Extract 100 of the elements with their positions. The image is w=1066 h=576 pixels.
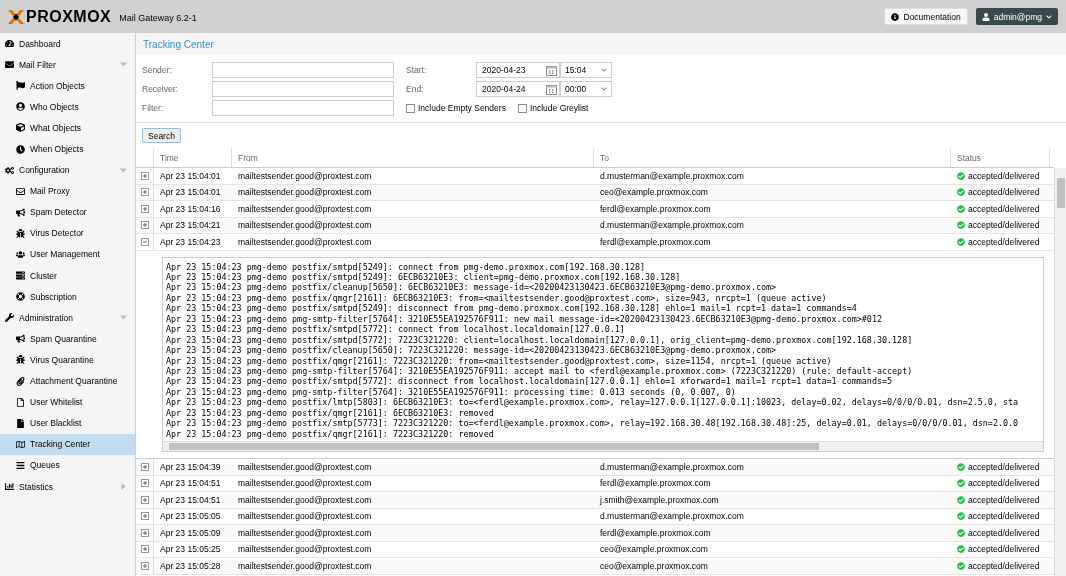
scrollbar-thumb[interactable]	[169, 443, 819, 451]
sidebar-item[interactable]: Virus Detector	[0, 222, 135, 244]
user-icon	[16, 102, 25, 112]
envelope-icon	[16, 186, 25, 196]
table-row[interactable]: Apr 23 15:04:23 mailtestsender.good@proxtest.com ferdl@example.proxmox.com accepted/delivered	[136, 234, 1054, 251]
search-button[interactable]: Search	[142, 128, 181, 143]
sidebar-item[interactable]: When Objects	[0, 138, 135, 160]
calendar-icon[interactable]	[546, 83, 557, 95]
users-icon	[16, 250, 25, 259]
checkbox-label: Include Empty Senders	[418, 103, 506, 113]
date-field[interactable]: 2020-04-23	[476, 62, 560, 78]
product-name: Mail Gateway 6.2-1	[119, 13, 197, 23]
table-cell-text: ceo@example.proxmox.com	[599, 559, 709, 573]
sidebar-item[interactable]: Configuration	[0, 159, 135, 181]
sidebar-item[interactable]: Mail Proxy	[0, 180, 135, 202]
sidebar-item[interactable]: Spam Quarantine	[0, 328, 135, 350]
sidebar-item[interactable]: Action Objects	[0, 75, 135, 97]
sidebar-item[interactable]: Tracking Center	[0, 433, 135, 455]
expand-icon[interactable]	[140, 188, 149, 197]
table-row[interactable]: Apr 23 15:04:51 mailtestsender.good@proxtest.com j.smith@example.proxmox.com accepted/delivered	[136, 492, 1054, 509]
check-icon	[957, 221, 965, 230]
sidebar-item[interactable]: Mail Filter	[0, 54, 135, 76]
column-header[interactable]: Status	[951, 148, 1050, 167]
status-text: accepted/delivered	[968, 203, 1040, 214]
check-icon	[957, 561, 965, 570]
map-icon	[16, 439, 25, 449]
column-header[interactable]: From	[232, 148, 594, 167]
calendar-icon[interactable]	[546, 64, 557, 76]
status-text: accepted/delivered	[968, 187, 1040, 198]
info-icon	[890, 12, 899, 21]
sidebar-item[interactable]: User Blacklist	[0, 412, 135, 434]
table-cell-text: mailtestsender.good@proxtest.com	[237, 202, 373, 216]
check-icon	[957, 188, 965, 197]
table-row[interactable]: Apr 23 15:05:28 mailtestsender.good@proxtest.com ceo@example.proxmox.com accepted/delivered	[136, 558, 1054, 575]
table-cell-text: mailtestsender.good@proxtest.com	[237, 543, 373, 557]
table-row[interactable]: Apr 23 15:05:09 mailtestsender.good@proxtest.com ferdl@example.proxmox.com accepted/delivered	[136, 525, 1054, 542]
expand-icon[interactable]	[140, 545, 149, 554]
table-row[interactable]: Apr 23 15:04:16 mailtestsender.good@proxtest.com ferdl@example.proxmox.com accepted/delivered	[136, 201, 1054, 218]
expand-icon[interactable]	[140, 528, 149, 537]
cube-icon	[16, 123, 25, 133]
caret-down-icon	[120, 166, 127, 174]
expand-icon[interactable]	[140, 479, 149, 488]
check-icon	[957, 479, 965, 488]
time-field[interactable]: 15:04	[560, 62, 612, 78]
column-header[interactable]: To	[594, 148, 951, 167]
expand-icon[interactable]	[140, 221, 149, 230]
table-cell-text: mailtestsender.good@proxtest.com	[237, 526, 373, 540]
sidebar-item[interactable]: Who Objects	[0, 96, 135, 118]
table-cell-text: mailtestsender.good@proxtest.com	[237, 460, 373, 474]
documentation-button[interactable]: Documentation	[883, 8, 968, 25]
table-cell-text: mailtestsender.good@proxtest.com	[237, 169, 373, 183]
sidebar-item[interactable]: Subscription	[0, 286, 135, 308]
table-cell-text: ceo@example.proxmox.com	[599, 186, 709, 200]
logo: PROXMOX	[8, 7, 112, 26]
collapse-icon[interactable]	[140, 237, 149, 246]
sidebar-item[interactable]: User Whitelist	[0, 391, 135, 413]
input-field[interactable]	[212, 81, 394, 97]
envelope-icon	[5, 60, 14, 70]
column-header[interactable]: Time	[154, 148, 232, 167]
field-label: Filter:	[142, 103, 165, 113]
user-icon	[981, 12, 990, 21]
table-cell-text: Apr 23 15:04:39	[159, 460, 222, 474]
sidebar-item[interactable]: Virus Quarantine	[0, 349, 135, 371]
bug-icon	[16, 228, 25, 238]
expand-icon[interactable]	[140, 204, 149, 213]
sidebar-item[interactable]: Attachment Quarantine	[0, 370, 135, 392]
chevron-down-icon[interactable]	[601, 86, 607, 92]
table-cell-text: ferdl@example.proxmox.com	[599, 477, 712, 491]
sidebar-item[interactable]: Dashboard	[0, 33, 135, 55]
sidebar-item[interactable]: User Management	[0, 243, 135, 266]
chevron-down-icon[interactable]	[601, 67, 607, 73]
paperclip-icon	[16, 376, 25, 386]
input-field[interactable]	[212, 100, 394, 116]
sidebar-item[interactable]: Administration	[0, 307, 135, 329]
user-menu-button[interactable]: admin@pmg	[975, 8, 1058, 25]
table-cell-text: ceo@example.proxmox.com	[599, 543, 709, 557]
expand-icon[interactable]	[140, 495, 149, 504]
expand-icon[interactable]	[140, 171, 149, 180]
status-text: accepted/delivered	[968, 220, 1040, 231]
sidebar-item[interactable]: Statistics	[0, 475, 135, 498]
checkbox[interactable]	[517, 103, 527, 113]
sidebar-item[interactable]: Queues	[0, 454, 135, 476]
sidebar-item[interactable]: Cluster	[0, 265, 135, 287]
time-field[interactable]: 00:00	[560, 81, 612, 97]
checkbox[interactable]	[406, 103, 415, 113]
expand-icon[interactable]	[140, 561, 149, 570]
sidebar-item[interactable]: What Objects	[0, 117, 135, 139]
table-row[interactable]: Apr 23 15:04:39 mailtestsender.good@proxtest.com d.musterman@example.proxmox.com accepted/delivered	[136, 459, 1054, 476]
sidebar-item[interactable]: Spam Detector	[0, 201, 135, 223]
scrollbar-thumb[interactable]	[1056, 178, 1065, 208]
status-text: accepted/delivered	[968, 527, 1040, 538]
table-row[interactable]: Apr 23 15:04:01 mailtestsender.good@proxtest.com d.musterman@example.proxmox.com accepted/delivered	[136, 168, 1054, 185]
check-icon	[957, 204, 965, 213]
expand-icon[interactable]	[140, 512, 149, 521]
input-field[interactable]	[212, 62, 394, 78]
date-field[interactable]: 2020-04-24	[476, 81, 560, 97]
status-text: accepted/delivered	[968, 560, 1040, 571]
status-text: accepted/delivered	[968, 544, 1040, 555]
expand-icon[interactable]	[140, 462, 149, 471]
caret-down-icon	[120, 314, 127, 322]
